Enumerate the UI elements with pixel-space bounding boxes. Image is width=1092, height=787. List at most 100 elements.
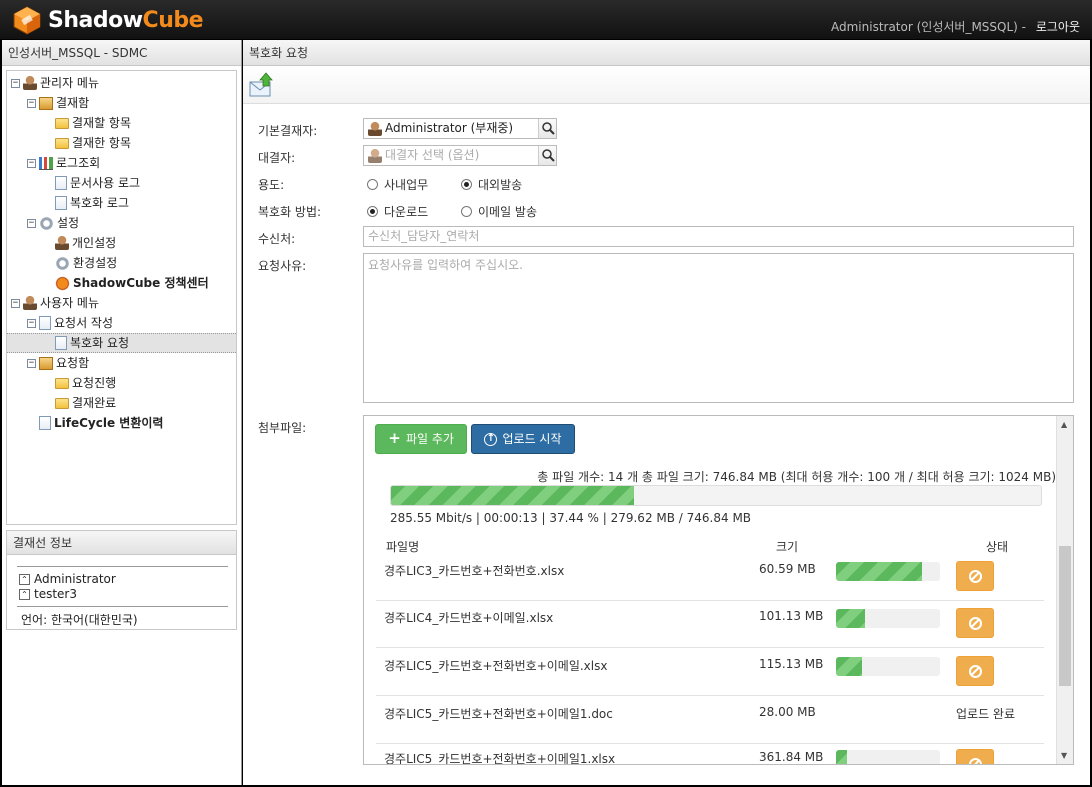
chevron-up-icon[interactable]: ⌃ — [19, 588, 30, 600]
radio-button[interactable] — [367, 179, 378, 190]
scroll-down-arrow-icon[interactable]: ▼ — [1061, 751, 1067, 760]
user-settings-icon — [55, 236, 69, 250]
method-option-download[interactable]: 다운로드 — [367, 203, 428, 220]
sidebar-item-label: 결재한 항목 — [72, 136, 132, 150]
top-header: ShadowCube Administrator (인성서버_MSSQL) - … — [0, 0, 1092, 40]
sidebar-item-3[interactable]: 결재할 항목 — [55, 113, 131, 133]
page-title: 복호화 요청 — [243, 40, 1090, 66]
sidebar-item-label: 사용자 메뉴 — [40, 296, 100, 310]
sidebar-item-16[interactable]: 요청진행 — [55, 373, 116, 393]
sidebar-item-6[interactable]: 문서사용 로그 — [55, 173, 140, 193]
sidebar-item-12[interactable]: − 사용자 메뉴 — [11, 293, 99, 313]
sidebar-item-14[interactable]: 복호화 요청 — [7, 333, 236, 353]
approver-item[interactable]: ⌃ Administrator — [19, 572, 116, 586]
sidebar-item-label: 환경설정 — [73, 256, 118, 270]
collapse-toggle-icon[interactable]: − — [11, 298, 20, 308]
sidebar-item-11[interactable]: ShadowCube 정책센터 — [55, 273, 209, 293]
sidebar-item-2[interactable]: − 결재함 — [27, 93, 89, 113]
user-icon — [368, 121, 382, 136]
user-info: Administrator (인성서버_MSSQL) - — [830, 20, 1026, 34]
folder-check-icon — [55, 137, 69, 149]
logo-shadow-text: Shadow — [48, 7, 143, 33]
approver-label: 기본결재자: — [258, 124, 318, 138]
ban-icon — [969, 570, 982, 583]
col-status: 상태 — [986, 540, 1009, 554]
proxy-placeholder: 대결자 선택 (옵션) — [385, 148, 480, 162]
box-icon — [39, 96, 53, 110]
cancel-upload-button[interactable] — [956, 749, 994, 764]
user-icon — [23, 296, 37, 310]
col-filename: 파일명 — [386, 540, 420, 554]
collapse-toggle-icon[interactable]: − — [27, 98, 36, 108]
logo-cube-text: Cube — [142, 7, 204, 33]
file-progress-bar — [836, 562, 940, 581]
menu-tree: − 관리자 메뉴 − 결재함 결재할 항목 결재한 항목 − 로그조회 문서사용 로그 복호화 로… — [6, 70, 237, 525]
ban-icon — [969, 617, 982, 630]
purpose-label: 용도: — [258, 178, 285, 192]
file-progress-fill — [836, 657, 862, 676]
file-progress-fill — [836, 750, 848, 764]
send-request-icon[interactable] — [248, 72, 274, 98]
recipient-input[interactable]: 수신처_담당자_연락처 — [363, 226, 1074, 247]
col-size: 크기 — [776, 540, 799, 554]
search-icon[interactable] — [538, 146, 556, 165]
log-doc-icon — [55, 176, 67, 190]
cancel-upload-button[interactable] — [956, 656, 994, 686]
radio-button[interactable] — [367, 206, 378, 217]
purpose-option-external[interactable]: 대외발송 — [461, 176, 522, 193]
scrollbar-thumb[interactable] — [1059, 546, 1071, 686]
method-label: 복호화 방법: — [258, 205, 322, 219]
env-settings-icon — [55, 255, 70, 271]
sidebar-item-1[interactable]: − 관리자 메뉴 — [11, 73, 99, 93]
cancel-upload-button[interactable] — [956, 561, 994, 591]
collapse-toggle-icon[interactable]: − — [27, 218, 36, 228]
radio-button[interactable] — [461, 206, 472, 217]
collapse-toggle-icon[interactable]: − — [27, 358, 36, 368]
scroll-up-arrow-icon[interactable]: ▲ — [1061, 420, 1067, 429]
sidebar-item-label: 결재함 — [56, 96, 90, 110]
file-name: 경주LIC5_카드번호+전화번호+이메일.xlsx — [384, 659, 608, 673]
file-size: 101.13 MB — [759, 609, 824, 623]
sidebar-item-8[interactable]: − 설정 — [27, 213, 79, 233]
start-upload-button[interactable]: ↑ 업로드 시작 — [471, 424, 575, 454]
add-file-button[interactable]: + 파일 추가 — [375, 424, 467, 454]
sidebar-item-label: LifeCycle 변환이력 — [54, 416, 164, 430]
method-option-email[interactable]: 이메일 발송 — [461, 203, 537, 220]
approver-field[interactable]: Administrator (부재중) — [363, 118, 557, 139]
sidebar-item-15[interactable]: − 요청함 — [27, 353, 89, 373]
chart-icon — [39, 156, 53, 170]
sidebar-item-5[interactable]: − 로그조회 — [27, 153, 100, 173]
file-size: 115.13 MB — [759, 657, 824, 671]
radio-button[interactable] — [461, 179, 472, 190]
file-row: 경주LIC4_카드번호+이메일.xlsx 101.13 MB — [376, 601, 1044, 648]
sidebar-item-label: ShadowCube 정책센터 — [73, 276, 209, 290]
logout-link[interactable]: 로그아웃 — [1036, 20, 1080, 34]
approver-item[interactable]: ⌃ tester3 — [19, 587, 77, 601]
purpose-option-internal[interactable]: 사내업무 — [367, 176, 428, 193]
collapse-toggle-icon[interactable]: − — [27, 158, 36, 168]
sidebar-item-9[interactable]: 개인설정 — [55, 233, 116, 253]
reason-label: 요청사유: — [258, 259, 307, 273]
radio-label: 이메일 발송 — [478, 205, 538, 219]
sidebar-item-4[interactable]: 결재한 항목 — [55, 133, 131, 153]
collapse-toggle-icon[interactable]: − — [27, 318, 36, 328]
reason-placeholder: 요청사유를 입력하여 주십시오. — [368, 258, 523, 272]
sidebar-item-18[interactable]: LifeCycle 변환이력 — [39, 413, 163, 433]
chevron-up-icon[interactable]: ⌃ — [19, 573, 30, 585]
sidebar-item-13[interactable]: − 요청서 작성 — [27, 313, 113, 333]
collapse-toggle-icon[interactable]: − — [11, 78, 20, 88]
proxy-field[interactable]: 대결자 선택 (옵션) — [363, 145, 557, 166]
upload-speed-status: 285.55 Mbit/s | 00:00:13 | 37.44 % | 279… — [390, 511, 752, 525]
gear-icon — [39, 215, 54, 231]
folder-icon — [55, 117, 69, 129]
vertical-scrollbar[interactable]: ▲ ▼ — [1056, 416, 1073, 764]
sidebar-item-10[interactable]: 환경설정 — [55, 253, 117, 273]
search-icon[interactable] — [538, 119, 556, 138]
user-area: Administrator (인성서버_MSSQL) - 로그아웃 — [831, 18, 1080, 35]
reason-textarea[interactable]: 요청사유를 입력하여 주십시오. — [363, 253, 1074, 403]
folder-icon — [55, 377, 69, 389]
sidebar-item-17[interactable]: 결재완료 — [55, 393, 116, 413]
sidebar-item-7[interactable]: 복호화 로그 — [55, 193, 129, 213]
sidebar-item-label: 설정 — [57, 216, 80, 230]
cancel-upload-button[interactable] — [956, 608, 994, 638]
